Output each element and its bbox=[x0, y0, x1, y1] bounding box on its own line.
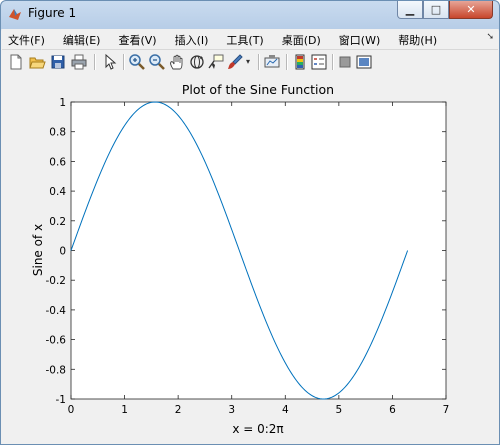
x-tick-label: 2 bbox=[175, 404, 182, 416]
x-tick-label: 1 bbox=[121, 404, 128, 416]
toolbar-separator bbox=[332, 54, 334, 70]
zoom-out-icon[interactable] bbox=[148, 53, 166, 71]
brush-dropdown-icon[interactable]: ▾ bbox=[246, 57, 250, 66]
y-tick-label: -0.4 bbox=[46, 305, 67, 317]
brush-icon[interactable] bbox=[226, 53, 244, 71]
menu-desktop[interactable]: 桌面(D) bbox=[270, 29, 327, 49]
zoom-in-icon[interactable] bbox=[128, 53, 146, 71]
matlab-icon bbox=[9, 9, 21, 20]
y-axis-label: Sine of x bbox=[31, 224, 45, 276]
menu-bar: 文件(F) 编辑(E) 查看(V) 插入(I) 工具(T) 桌面(D) 窗口(W… bbox=[2, 29, 498, 49]
x-tick-label: 5 bbox=[336, 404, 343, 416]
open-file-icon[interactable] bbox=[28, 53, 46, 71]
chart-title: Plot of the Sine Function bbox=[182, 82, 334, 97]
menu-overflow-icon[interactable]: ➘ bbox=[486, 32, 494, 42]
legend-icon[interactable] bbox=[310, 53, 328, 71]
menu-tools[interactable]: 工具(T) bbox=[214, 29, 269, 49]
toolbar-separator bbox=[123, 54, 125, 70]
menu-insert[interactable]: 插入(I) bbox=[163, 29, 215, 49]
y-tick-label: -0.8 bbox=[46, 364, 67, 376]
menu-file[interactable]: 文件(F) bbox=[2, 29, 51, 49]
y-tick-label: 0 bbox=[59, 246, 66, 258]
new-figure-icon[interactable] bbox=[7, 53, 25, 71]
pointer-icon[interactable] bbox=[101, 53, 119, 71]
pan-icon[interactable] bbox=[168, 53, 186, 71]
menu-view[interactable]: 查看(V) bbox=[106, 29, 162, 49]
toolbar-separator bbox=[286, 54, 288, 70]
window-title: Figure 1 bbox=[28, 6, 77, 20]
x-tick-label: 4 bbox=[282, 404, 289, 416]
title-bar: Figure 1 ▁ □ ✕ bbox=[1, 1, 499, 27]
minimize-icon: ▁ bbox=[405, 3, 415, 16]
y-tick-label: 0.4 bbox=[49, 186, 66, 198]
link-plot-icon[interactable] bbox=[263, 53, 281, 71]
y-tick-label: 0.8 bbox=[49, 127, 66, 139]
toolbar: ▾ bbox=[2, 49, 498, 75]
menu-help[interactable]: 帮助(H) bbox=[386, 29, 443, 49]
toolbar-separator bbox=[258, 54, 260, 70]
close-button[interactable]: ✕ bbox=[449, 1, 493, 19]
x-tick-label: 3 bbox=[228, 404, 235, 416]
minimize-button[interactable]: ▁ bbox=[397, 1, 423, 19]
y-tick-label: 0.6 bbox=[49, 156, 66, 168]
y-tick-label: -0.6 bbox=[46, 335, 67, 347]
axes-background bbox=[71, 102, 446, 399]
y-tick-label: 0.2 bbox=[49, 216, 66, 228]
x-tick-label: 0 bbox=[68, 404, 75, 416]
y-tick-label: -1 bbox=[56, 394, 66, 406]
maximize-button[interactable]: □ bbox=[423, 1, 449, 19]
menu-edit[interactable]: 编辑(E) bbox=[51, 29, 107, 49]
menu-window[interactable]: 窗口(W) bbox=[327, 29, 386, 49]
x-tick-label: 6 bbox=[389, 404, 396, 416]
y-tick-label: 1 bbox=[59, 97, 66, 109]
x-tick-label: 7 bbox=[443, 404, 450, 416]
y-tick-label: -0.2 bbox=[46, 275, 67, 287]
toolbar-separator bbox=[94, 54, 96, 70]
figure-canvas: Plot of the Sine Function x = 0:2π Sine … bbox=[2, 74, 498, 444]
maximize-icon: □ bbox=[430, 3, 442, 16]
show-plot-tools-icon[interactable] bbox=[355, 53, 373, 71]
colorbar-icon[interactable] bbox=[291, 53, 309, 71]
hide-plot-tools-icon[interactable] bbox=[336, 53, 354, 71]
x-axis-label: x = 0:2π bbox=[232, 422, 283, 436]
rotate-3d-icon[interactable] bbox=[188, 53, 206, 71]
sine-plot: Plot of the Sine Function x = 0:2π Sine … bbox=[31, 82, 450, 436]
data-cursor-icon[interactable] bbox=[207, 53, 225, 71]
close-icon: ✕ bbox=[466, 3, 476, 16]
print-icon[interactable] bbox=[70, 53, 88, 71]
save-icon[interactable] bbox=[49, 53, 67, 71]
figure-window: Figure 1 ▁ □ ✕ 文件(F) 编辑(E) 查看(V) 插入(I) 工… bbox=[0, 0, 500, 445]
